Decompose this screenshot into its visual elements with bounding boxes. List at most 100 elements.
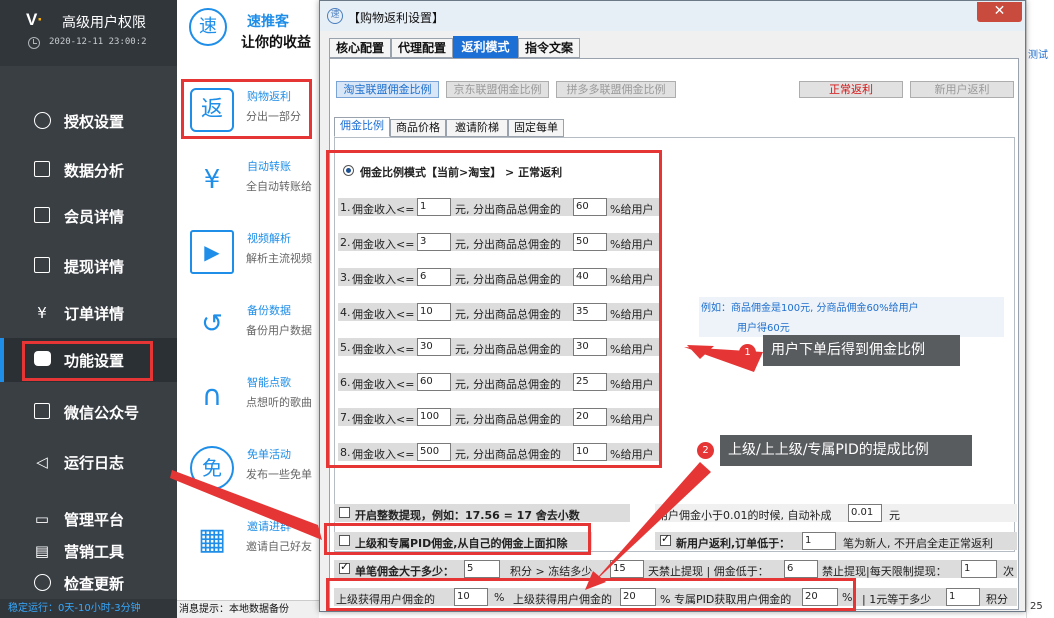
tab-commands[interactable]: 指令文案 bbox=[518, 38, 580, 58]
sidebar-item-wechat-official[interactable]: 微信公众号 bbox=[0, 390, 177, 434]
subtab-fixed-per-order[interactable]: 固定每单 bbox=[508, 119, 564, 137]
clock-icon bbox=[28, 37, 40, 49]
rule-row-4: 4. 佣金收入<= 10 元, 分出商品总佣金的 35 %给用户 bbox=[338, 303, 660, 321]
feature-auto-transfer[interactable]: ¥ 自动转账 全自动转账给 bbox=[177, 152, 327, 222]
percent-input[interactable]: 35 bbox=[573, 303, 607, 321]
refresh-icon bbox=[33, 574, 51, 592]
big-commission-input[interactable]: 5 bbox=[464, 560, 500, 578]
rule-row-6: 6. 佣金收入<= 60 元, 分出商品总佣金的 25 %给用户 bbox=[338, 373, 660, 391]
income-input[interactable]: 100 bbox=[417, 408, 451, 426]
income-input[interactable]: 10 bbox=[417, 303, 451, 321]
jd-ratio-button[interactable]: 京东联盟佣金比例 bbox=[446, 81, 549, 98]
income-input[interactable]: 1 bbox=[417, 198, 451, 216]
example-note: 例如：商品佣金是100元, 分商品佣金60%给用户 用户得60元 bbox=[699, 297, 1004, 337]
sidebar-item-auth[interactable]: 授权设置 bbox=[0, 99, 177, 143]
tab-agent[interactable]: 代理配置 bbox=[391, 38, 453, 58]
min-withdraw-input[interactable]: 6 bbox=[784, 560, 818, 578]
callout-2: 上级/上上级/专属PID的提成比例 bbox=[720, 435, 972, 466]
percent-input[interactable]: 50 bbox=[573, 233, 607, 251]
new-user-row: 新用户返利,订单低于： 1 笔为新人, 不开启全走正常返利 bbox=[655, 532, 1017, 550]
big-commission-checkbox[interactable] bbox=[339, 560, 350, 574]
level2-input[interactable]: 20 bbox=[620, 588, 656, 606]
speaker-icon: ◁ bbox=[36, 453, 48, 471]
percent-input[interactable]: 20 bbox=[573, 408, 607, 426]
tab-rebate-mode[interactable]: 返利模式 bbox=[453, 36, 518, 58]
yen-doc-icon: ¥ bbox=[37, 304, 47, 322]
income-input[interactable]: 3 bbox=[417, 233, 451, 251]
brand-name: 速推客 bbox=[247, 14, 289, 30]
sidebar-item-logs[interactable]: ◁ 运行日志 bbox=[0, 440, 177, 484]
income-input[interactable]: 30 bbox=[417, 338, 451, 356]
sidebar-item-features[interactable]: 功能设置 bbox=[0, 338, 177, 382]
tab-core[interactable]: 核心配置 bbox=[329, 38, 391, 58]
search-doc-icon bbox=[33, 257, 51, 275]
callout-2-number: 2 bbox=[697, 442, 714, 459]
rebate-icon: 返 bbox=[190, 88, 234, 132]
pdd-ratio-button[interactable]: 拼多多联盟佣金比例 bbox=[556, 81, 676, 98]
new-user-rebate-button[interactable]: 新用户返利 bbox=[910, 81, 1014, 98]
feature-invite[interactable]: ▦ 邀请进群 邀请自己好友 bbox=[177, 512, 327, 582]
feature-free-order[interactable]: 免 免单活动 发布一些免单 bbox=[177, 440, 327, 510]
points-rate-input[interactable]: 1 bbox=[946, 588, 980, 606]
mode-radio[interactable] bbox=[343, 165, 354, 176]
big-commission-row: 单笔佣金大于多少： 5 积分 > 冻结多少 15 天禁止提现 | 佣金低于： 6… bbox=[334, 560, 1017, 578]
app-title: 高级用户权限 bbox=[62, 15, 146, 31]
backup-icon: ↺ bbox=[201, 309, 223, 339]
sidebar-item-orders[interactable]: ¥ 订单详情 bbox=[0, 291, 177, 335]
freeze-days-input[interactable]: 15 bbox=[610, 560, 644, 578]
feature-panel: 速 速推客 让你的收益 返 购物返利 分出一部分 ¥ 自动转账 全自动转账给 ▶… bbox=[177, 0, 327, 600]
percent-input[interactable]: 40 bbox=[573, 268, 607, 286]
normal-rebate-button[interactable]: 正常返利 bbox=[799, 81, 903, 98]
rebate-settings-dialog: 速 【购物返利设置】 ✕ 核心配置 代理配置 返利模式 指令文案 淘宝联盟佣金比… bbox=[319, 0, 1026, 612]
subtab-commission-ratio[interactable]: 佣金比例 bbox=[334, 117, 390, 137]
free-icon: 免 bbox=[190, 446, 234, 490]
callout-1-number: 1 bbox=[739, 344, 756, 361]
rule-row-7: 7. 佣金收入<= 100 元, 分出商品总佣金的 20 %给用户 bbox=[338, 408, 660, 426]
callout-1: 用户下单后得到佣金比例 bbox=[763, 335, 960, 366]
brand-icon: 速 bbox=[189, 8, 227, 46]
close-button[interactable]: ✕ bbox=[977, 2, 1022, 22]
sidebar-header: V· 高级用户权限 2020-12-11 23:00:2 bbox=[0, 0, 177, 66]
income-input[interactable]: 60 bbox=[417, 373, 451, 391]
level1-input[interactable]: 10 bbox=[454, 588, 488, 606]
right-number: 25 bbox=[1030, 601, 1043, 612]
level-commission-row: 上级获得用户佣金的 10 % 上级获得用户佣金的 20 % 专属PID获取用户佣… bbox=[334, 588, 1017, 606]
percent-input[interactable]: 30 bbox=[573, 338, 607, 356]
int-withdraw-checkbox[interactable] bbox=[339, 507, 350, 518]
pid-commission-input[interactable]: 20 bbox=[802, 588, 838, 606]
chart-icon bbox=[33, 161, 51, 179]
min-commission-input[interactable]: 0.01 bbox=[848, 504, 882, 522]
percent-input[interactable]: 10 bbox=[573, 443, 607, 461]
rule-row-1: 1. 佣金收入<= 1 元, 分出商品总佣金的 60 %给用户 bbox=[338, 198, 660, 216]
feature-video-parse[interactable]: ▶ 视频解析 解析主流视频 bbox=[177, 224, 327, 294]
subtab-price[interactable]: 商品价格 bbox=[390, 119, 446, 137]
rebate-mode-panel: 淘宝联盟佣金比例 京东联盟佣金比例 拼多多联盟佣金比例 正常返利 新用户返利 佣… bbox=[329, 58, 1019, 610]
test-link[interactable]: 测试 bbox=[1028, 46, 1048, 61]
sidebar: V· 高级用户权限 2020-12-11 23:00:2 授权设置 数据分析 会… bbox=[0, 0, 177, 618]
daily-limit-input[interactable]: 1 bbox=[961, 560, 997, 578]
new-user-checkbox[interactable] bbox=[660, 532, 671, 546]
percent-input[interactable]: 25 bbox=[573, 373, 607, 391]
music-icon: ∩ bbox=[201, 379, 223, 412]
right-strip: 测试 25 bbox=[1026, 0, 1054, 618]
percent-input[interactable]: 60 bbox=[573, 198, 607, 216]
rule-row-8: 8. 佣金收入<= 500 元, 分出商品总佣金的 10 %给用户 bbox=[338, 443, 660, 461]
taobao-ratio-button[interactable]: 淘宝联盟佣金比例 bbox=[336, 81, 439, 98]
income-input[interactable]: 6 bbox=[417, 268, 451, 286]
feature-rebate[interactable]: 返 购物返利 分出一部分 bbox=[177, 82, 327, 152]
sidebar-item-withdraw[interactable]: 提现详情 bbox=[0, 244, 177, 288]
dialog-titlebar[interactable]: 速 【购物返利设置】 ✕ bbox=[320, 1, 1025, 31]
subtab-invite-tiers[interactable]: 邀请阶梯 bbox=[446, 119, 508, 137]
dialog-title: 【购物返利设置】 bbox=[348, 11, 445, 25]
new-user-orders-input[interactable]: 1 bbox=[802, 532, 836, 550]
feature-backup[interactable]: ↺ 备份数据 备份用户数据 bbox=[177, 296, 327, 366]
feature-song[interactable]: ∩ 智能点歌 点想听的歌曲 bbox=[177, 368, 327, 438]
sidebar-item-analytics[interactable]: 数据分析 bbox=[0, 148, 177, 192]
pid-deduct-row: 上级和专属PID佣金,从自己的佣金上面扣除 bbox=[334, 532, 592, 550]
sidebar-item-members[interactable]: 会员详情 bbox=[0, 194, 177, 238]
globe-icon bbox=[33, 112, 51, 130]
pid-deduct-checkbox[interactable] bbox=[339, 535, 350, 546]
int-withdraw-row: 开启整数提现，例如：17.56 = 17 舍去小数 bbox=[334, 504, 630, 522]
rule-row-3: 3. 佣金收入<= 6 元, 分出商品总佣金的 40 %给用户 bbox=[338, 268, 660, 286]
income-input[interactable]: 500 bbox=[417, 443, 451, 461]
